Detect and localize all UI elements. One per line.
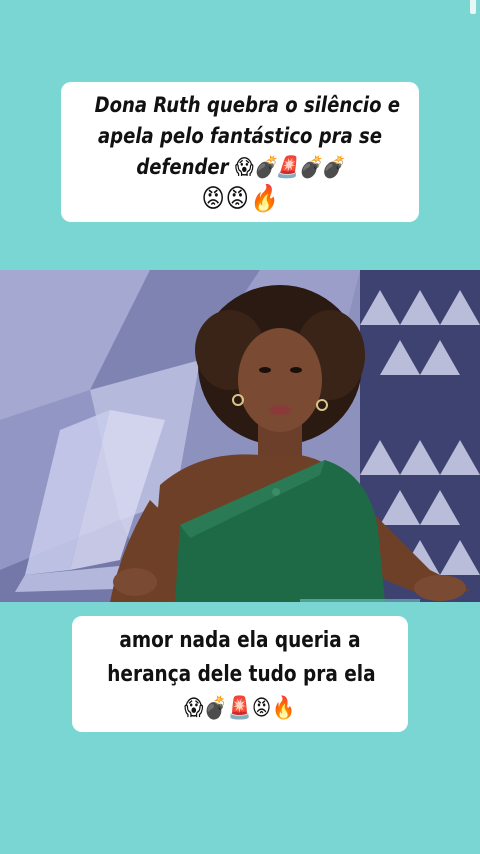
bottom-caption: amor nada ela queria a herança dele tudo…	[72, 616, 408, 732]
top-caption: Dona Ruth quebra o silêncio e apela pelo…	[61, 82, 419, 222]
top-edge-mark	[470, 0, 476, 14]
video-edge-mark	[300, 599, 420, 602]
video-frame[interactable]	[0, 270, 480, 602]
bottom-caption-line-1: amor nada ela queria a	[119, 628, 361, 653]
top-caption-line-2: apela pelo fantástico pra se	[97, 124, 383, 148]
top-caption-line-3: defender 😱💣🚨💣💣	[136, 155, 344, 179]
top-caption-line-1: Dona Ruth quebra o silêncio e	[94, 93, 401, 117]
presenter-image	[0, 270, 480, 602]
bottom-caption-line-2: herança dele tudo pra ela	[107, 662, 376, 687]
bottom-caption-emoji-row: 😱💣🚨😡🔥	[184, 696, 296, 721]
top-caption-emoji-row: 😡😡🔥	[201, 184, 279, 214]
